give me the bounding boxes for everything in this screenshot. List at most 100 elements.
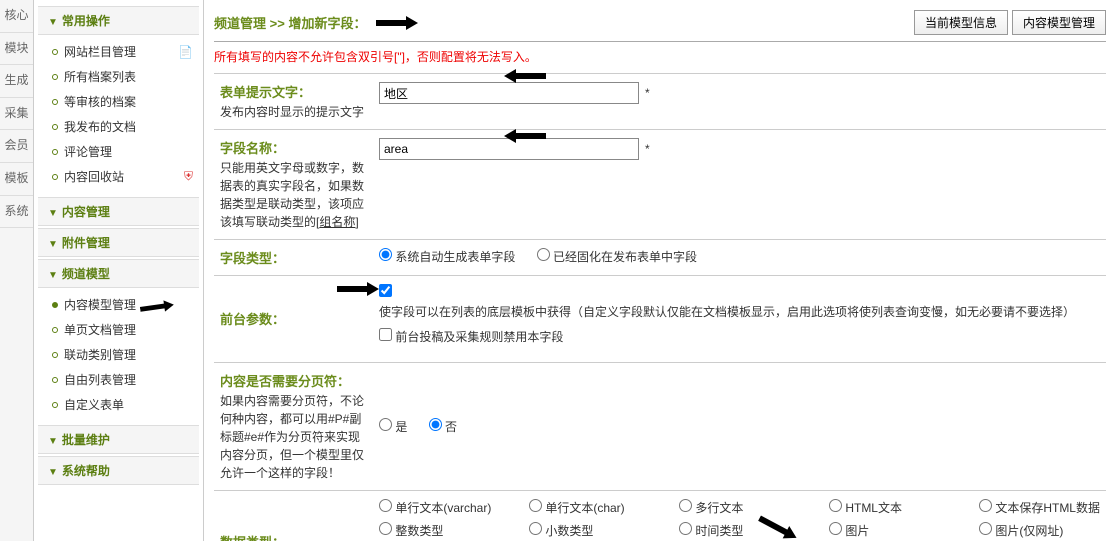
menu-recycle[interactable]: 内容回收站 ⛨ (34, 164, 203, 189)
dtype-radio-2[interactable]: 多行文本 (679, 499, 829, 516)
chevron-down-icon: ▼ (48, 467, 58, 478)
dtype-radio-0[interactable]: 单行文本(varchar) (379, 499, 529, 516)
menu-content-model[interactable]: 内容模型管理 (34, 292, 203, 317)
menu-label: 等审核的档案 (64, 93, 136, 110)
model-info-button[interactable]: 当前模型信息 (914, 10, 1008, 35)
prompt-input[interactable] (379, 82, 639, 104)
bullet-icon (52, 99, 58, 105)
front-params-title: 前台参数： (220, 309, 367, 328)
menu-label: 自由列表管理 (64, 371, 136, 388)
menu-linked-cat[interactable]: 联动类别管理 (34, 342, 203, 367)
menu-label: 内容模型管理 (64, 296, 136, 313)
nav-collect[interactable]: 采集 (0, 98, 33, 131)
page-icon: 📄 (178, 45, 193, 59)
bullet-icon (52, 302, 58, 308)
section-help[interactable]: ▼ 系统帮助 (38, 456, 199, 485)
left-nav: 核心 模块 生成 采集 会员 模板 系统 (0, 0, 34, 541)
required-star: * (645, 142, 650, 156)
chevron-down-icon: ▼ (48, 239, 58, 250)
menu-label: 内容回收站 (64, 168, 124, 185)
main-content: 频道管理 >> 增加新字段： 当前模型信息 内容模型管理 所有填写的内容不允许包… (204, 0, 1116, 541)
nav-generate[interactable]: 生成 (0, 65, 33, 98)
required-star: * (645, 86, 650, 100)
dtype-grid: 单行文本(varchar) 单行文本(char) 多行文本 HTML文本 文本保… (379, 499, 1100, 541)
model-manage-button[interactable]: 内容模型管理 (1012, 10, 1106, 35)
menu-label: 自定义表单 (64, 396, 124, 413)
pager-title: 内容是否需要分页符： (220, 371, 367, 390)
section-label: 内容管理 (62, 205, 110, 219)
field-prompt-title: 表单提示文字： (220, 82, 367, 101)
bullet-icon (52, 49, 58, 55)
bullet-icon (52, 402, 58, 408)
menu-label: 单页文档管理 (64, 321, 136, 338)
pager-desc: 如果内容需要分页符，不论何种内容，都可以用#P#副标题#e#作为分页符来实现内容… (220, 392, 367, 482)
section-content[interactable]: ▼ 内容管理 (38, 197, 199, 226)
bullet-icon (52, 74, 58, 80)
dtype-radio-5[interactable]: 整数类型 (379, 522, 529, 539)
menu-label: 我发布的文档 (64, 118, 136, 135)
bullet-icon (52, 124, 58, 130)
bullet-icon (52, 352, 58, 358)
arrow-icon (504, 69, 546, 83)
menu-label: 联动类别管理 (64, 346, 136, 363)
menu-custom-form[interactable]: 自定义表单 (34, 392, 203, 417)
nav-member[interactable]: 会员 (0, 130, 33, 163)
dtype-radio-6[interactable]: 小数类型 (529, 522, 679, 539)
group-name-link[interactable]: 组名称 (319, 215, 355, 229)
nav-template[interactable]: 模板 (0, 163, 33, 196)
arrow-icon (504, 129, 546, 143)
dtype-radio-4[interactable]: 文本保存HTML数据 (979, 499, 1100, 516)
dtype-radio-3[interactable]: HTML文本 (829, 499, 979, 516)
nav-core[interactable]: 核心 (0, 0, 33, 33)
chevron-down-icon: ▼ (48, 436, 58, 447)
arrow-icon (337, 282, 379, 296)
menu-single-page[interactable]: 单页文档管理 (34, 317, 203, 342)
bullet-icon (52, 327, 58, 333)
dtype-title: 数据类型： (220, 532, 367, 541)
menu-all-archives[interactable]: 所有档案列表 (34, 64, 203, 89)
dtype-radio-9[interactable]: 图片(仅网址) (979, 522, 1100, 539)
chevron-down-icon: ▼ (48, 17, 58, 28)
nav-system[interactable]: 系统 (0, 196, 33, 229)
dtype-radio-8[interactable]: 图片 (829, 522, 979, 539)
menu-label: 网站栏目管理 (64, 43, 136, 60)
section-batch[interactable]: ▼ 批量维护 (38, 425, 199, 454)
menu-free-list[interactable]: 自由列表管理 (34, 367, 203, 392)
bullet-icon (52, 149, 58, 155)
menu-pending[interactable]: 等审核的档案 (34, 89, 203, 114)
arrow-icon (376, 16, 418, 30)
section-attachment[interactable]: ▼ 附件管理 (38, 228, 199, 257)
sidebar: ▼常用操作 网站栏目管理📄 所有档案列表 等审核的档案 我发布的文档 评论管理 … (34, 0, 204, 541)
cb-disable-front[interactable]: 前台投稿及采集规则禁用本字段 (379, 330, 563, 344)
ftype-radio-fixed[interactable]: 已经固化在发布表单中字段 (537, 250, 697, 264)
pager-no[interactable]: 否 (429, 420, 457, 434)
section-label: 批量维护 (62, 433, 110, 447)
section-channel[interactable]: ▼频道模型 (38, 259, 199, 288)
menu-label: 评论管理 (64, 143, 112, 160)
menu-site-columns[interactable]: 网站栏目管理 📄 (34, 39, 203, 64)
menu-my-docs[interactable]: 我发布的文档 (34, 114, 203, 139)
menu-comments[interactable]: 评论管理 (34, 139, 203, 164)
chevron-down-icon: ▼ (48, 208, 58, 219)
section-label: 常用操作 (62, 14, 110, 28)
ftype-radio-auto[interactable]: 系统自动生成表单字段 (379, 250, 515, 264)
shield-icon: ⛨ (184, 169, 193, 184)
dtype-radio-1[interactable]: 单行文本(char) (529, 499, 679, 516)
section-label: 附件管理 (62, 236, 110, 250)
field-type-title: 字段类型： (220, 248, 367, 267)
pager-yes[interactable]: 是 (379, 420, 407, 434)
cb-list-template[interactable]: 使字段可以在列表的底层模板中获得（自定义字段默认仅能在文档模板显示，启用此选项将… (379, 286, 1075, 319)
bullet-icon (52, 174, 58, 180)
warning-text: 所有填写的内容不允许包含双引号["]，否则配置将无法写入。 (214, 48, 1106, 65)
bullet-icon (52, 377, 58, 383)
menu-label: 所有档案列表 (64, 68, 136, 85)
field-prompt-desc: 发布内容时显示的提示文字 (220, 103, 367, 121)
arrow-icon (139, 297, 175, 316)
section-common[interactable]: ▼ 常用操作 (38, 6, 199, 35)
dtype-radio-7[interactable]: 时间类型 (679, 522, 829, 539)
field-name-title: 字段名称： (220, 138, 367, 157)
nav-module[interactable]: 模块 (0, 33, 33, 66)
field-name-desc: 只能用英文字母或数字，数据表的真实字段名，如果数据类型是联动类型，该项应该填写联… (220, 159, 367, 231)
section-label: 系统帮助 (62, 464, 110, 478)
chevron-down-icon: ▼ (48, 270, 58, 281)
